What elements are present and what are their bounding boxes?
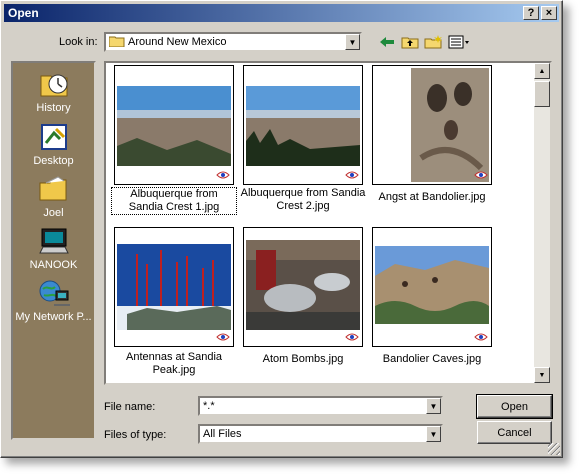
file-name[interactable]: Albuquerque from Sandia Crest 1.jpg (111, 187, 237, 215)
place-label: Joel (43, 207, 64, 219)
file-name[interactable]: Bandolier Caves.jpg (369, 353, 495, 366)
file-name[interactable]: Albuquerque from Sandia Crest 2.jpg (240, 187, 366, 213)
close-button[interactable]: × (541, 6, 557, 20)
files-of-type-select[interactable]: All Files ▼ (198, 424, 443, 444)
help-button[interactable]: ? (523, 6, 539, 20)
history-icon (38, 68, 70, 100)
files-of-type-value: All Files (203, 428, 242, 440)
scroll-thumb[interactable] (534, 81, 550, 107)
image-badge-icon (474, 333, 488, 341)
desktop-icon (38, 121, 70, 153)
scroll-down-icon[interactable]: ▼ (534, 367, 550, 383)
folder-icon (108, 35, 125, 50)
dialog-title: Open (8, 6, 39, 20)
photo-angst-bandolier (411, 68, 489, 182)
new-folder-icon[interactable] (423, 33, 443, 51)
back-icon[interactable] (377, 33, 397, 51)
photo-albuquerque-2 (246, 86, 360, 166)
file-thumbnail[interactable] (243, 227, 363, 347)
chevron-down-icon[interactable]: ▼ (426, 398, 441, 414)
chevron-down-icon[interactable]: ▼ (345, 34, 360, 50)
photo-antennas (117, 244, 231, 330)
place-label: Desktop (33, 155, 74, 167)
file-thumbnail[interactable] (372, 227, 492, 347)
files-of-type-label: Files of type: (104, 429, 167, 441)
file-thumbnail[interactable] (114, 227, 234, 347)
place-label: NANOOK (29, 259, 78, 271)
look-in-combo[interactable]: Around New Mexico ▼ (104, 32, 362, 52)
vertical-scrollbar[interactable]: ▲ ▼ (534, 63, 550, 383)
photo-atom-bombs (246, 240, 360, 330)
place-desktop[interactable]: Desktop (13, 121, 94, 167)
file-list-view[interactable]: Albuquerque from Sandia Crest 1.jpg Albu… (104, 61, 552, 385)
open-dialog: Open ? × Look in: Around New Mexico ▼ Hi… (0, 0, 563, 458)
network-icon (38, 277, 70, 309)
computer-icon (38, 225, 70, 257)
file-name[interactable]: Angst at Bandolier.jpg (369, 191, 495, 204)
file-name[interactable]: Antennas at Sandia Peak.jpg (111, 351, 237, 377)
image-badge-icon (345, 333, 359, 341)
folder-icon (38, 173, 70, 205)
chevron-down-icon[interactable]: ▼ (426, 426, 441, 442)
cancel-button[interactable]: Cancel (477, 421, 552, 444)
file-thumbnail[interactable] (243, 65, 363, 185)
view-menu-icon[interactable] (447, 33, 471, 51)
image-badge-icon (345, 171, 359, 179)
file-thumbnail[interactable] (372, 65, 492, 185)
look-in-label: Look in: (59, 36, 98, 48)
image-badge-icon (216, 333, 230, 341)
places-bar: History Desktop Joel NANOOK My Network P… (11, 61, 96, 440)
image-badge-icon (216, 171, 230, 179)
photo-bandolier-caves (375, 246, 489, 324)
place-history[interactable]: History (13, 68, 94, 114)
place-joel[interactable]: Joel (13, 173, 94, 219)
place-my-network[interactable]: My Network P... (13, 277, 94, 323)
place-label: My Network P... (15, 311, 92, 323)
look-in-value: Around New Mexico (128, 36, 227, 48)
place-label: History (36, 102, 71, 114)
file-name-value[interactable]: *.* (200, 400, 426, 412)
file-name[interactable]: Atom Bombs.jpg (240, 353, 366, 366)
up-folder-icon[interactable] (400, 33, 420, 51)
file-name-field[interactable]: *.* ▼ (198, 396, 443, 416)
place-nanook[interactable]: NANOOK (13, 225, 94, 271)
file-name-label: File name: (104, 401, 156, 413)
file-thumbnail[interactable] (114, 65, 234, 185)
image-badge-icon (474, 171, 488, 179)
scroll-up-icon[interactable]: ▲ (534, 63, 550, 79)
resize-grip[interactable] (548, 443, 560, 455)
photo-albuquerque-1 (117, 86, 231, 166)
title-bar[interactable]: Open ? × (4, 4, 559, 22)
open-button[interactable]: Open (476, 394, 553, 419)
